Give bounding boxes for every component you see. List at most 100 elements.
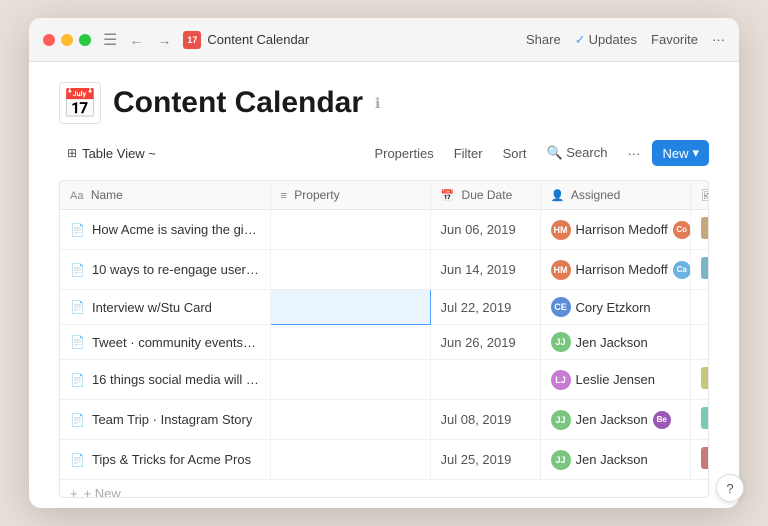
property-cell[interactable] <box>270 400 430 440</box>
table-row[interactable]: 📄How Acme is saving the giant iguana Jun … <box>60 210 709 250</box>
name-cell[interactable]: 📄How Acme is saving the giant iguana <box>60 210 270 250</box>
updates-button[interactable]: ✓ Updates <box>575 32 637 48</box>
new-button[interactable]: New ▾ <box>652 140 709 166</box>
filter-button[interactable]: Filter <box>446 142 491 165</box>
column-header-assigned[interactable]: 👤 Assigned <box>540 181 690 210</box>
menu-icon[interactable]: ☰ <box>103 30 117 50</box>
column-header-property[interactable]: ≡ Property <box>270 181 430 210</box>
name-cell[interactable]: 📄Team Trip · Instagram Story <box>60 400 270 440</box>
property-cell[interactable] <box>270 210 430 250</box>
table-row[interactable]: 📄16 things social media will never be a L… <box>60 360 709 400</box>
asset-cell <box>690 290 709 325</box>
property-cell[interactable] <box>270 360 430 400</box>
table-row[interactable]: 📄 Tweet · community events kickoff Jun 26,… <box>60 325 709 360</box>
assigned-cell: LJ Leslie Jensen <box>540 360 690 400</box>
asset-cell <box>690 440 709 480</box>
assigned-name: Harrison Medoff <box>576 222 668 237</box>
assigned-name: Harrison Medoff <box>576 262 668 277</box>
more-options-button[interactable]: ··· <box>619 142 648 165</box>
assigned-cell: HM Harrison Medoff Co <box>540 210 690 250</box>
avatar: JJ <box>551 450 571 470</box>
share-button[interactable]: Share <box>526 32 561 47</box>
assigned-name: Leslie Jensen <box>576 372 656 387</box>
assigned-cell: JJJen Jackson <box>540 325 690 360</box>
asset-thumbnail <box>701 447 710 469</box>
due-date-cell <box>430 360 540 400</box>
name-cell[interactable]: 📄Interview w/Stu Card <box>60 290 270 325</box>
plus-icon: + <box>70 486 78 498</box>
asset-cell <box>690 250 709 290</box>
avatar: CE <box>551 297 571 317</box>
avatar: HM <box>551 220 571 240</box>
column-header-asset[interactable]: 🖼 Asse... <box>690 181 709 210</box>
assigned-name: Jen Jackson <box>576 412 648 427</box>
name-cell[interactable]: 📄16 things social media will never be a <box>60 360 270 400</box>
page-header: 📅 Content Calendar ℹ <box>59 82 709 124</box>
due-date-cell: Jul 25, 2019 <box>430 440 540 480</box>
search-button[interactable]: 🔍 Search <box>538 141 615 165</box>
due-date-cell: Jun 06, 2019 <box>430 210 540 250</box>
collaborator-avatar: Co <box>673 221 690 239</box>
column-header-due-date[interactable]: 📅 Due Date <box>430 181 540 210</box>
name-cell[interactable]: 📄Tips & Tricks for Acme Pros <box>60 440 270 480</box>
titlebar: ☰ ← → 17 Content Calendar Share ✓ Update… <box>29 18 739 62</box>
table-row[interactable]: 📄 10 ways to re-engage users with drip Jun… <box>60 250 709 290</box>
info-icon[interactable]: ℹ <box>375 95 380 112</box>
row-name: 16 things social media will never be a <box>92 372 260 387</box>
table-view-button[interactable]: ⊞ Table View ~ <box>59 142 164 165</box>
property-column-icon: ≡ <box>281 190 287 202</box>
property-cell[interactable] <box>270 440 430 480</box>
asset-cell <box>690 400 709 440</box>
property-cell[interactable] <box>270 290 430 325</box>
table-row[interactable]: 📄Tips & Tricks for Acme Pros Jul 25, 2019… <box>60 440 709 480</box>
property-cell[interactable] <box>270 250 430 290</box>
page-icon-small: 17 <box>183 31 201 49</box>
column-header-name[interactable]: Aa Name <box>60 181 270 210</box>
maximize-button[interactable] <box>79 34 91 46</box>
collaborator-avatar: Ca <box>673 261 690 279</box>
minimize-button[interactable] <box>61 34 73 46</box>
due-date-cell: Jun 26, 2019 <box>430 325 540 360</box>
row-name: How Acme is saving the giant iguana <box>92 222 260 237</box>
asset-thumbnail <box>701 407 710 429</box>
help-button[interactable]: ? <box>716 474 744 502</box>
close-button[interactable] <box>43 34 55 46</box>
table-row[interactable]: 📄Interview w/Stu Card Jul 22, 2019 CE Cory … <box>60 290 709 325</box>
assigned-column-icon: 👤 <box>551 190 565 202</box>
avatar: JJ <box>551 332 571 352</box>
toolbar: ⊞ Table View ~ Properties Filter Sort 🔍 … <box>59 140 709 172</box>
row-name: Tips & Tricks for Acme Pros <box>92 452 251 467</box>
add-row-button[interactable]: + + New <box>60 480 708 498</box>
nav-buttons: ← → <box>125 30 175 50</box>
favorite-button[interactable]: Favorite <box>651 32 698 47</box>
row-name: Tweet · community events kickoff <box>92 335 260 350</box>
property-cell[interactable] <box>270 325 430 360</box>
row-name: 10 ways to re-engage users with drip <box>92 262 260 277</box>
properties-button[interactable]: Properties <box>366 142 441 165</box>
table-row[interactable]: 📄Team Trip · Instagram Story Jul 08, 2019… <box>60 400 709 440</box>
name-cell[interactable]: 📄 10 ways to re-engage users with drip <box>60 250 270 290</box>
table-header-row: Aa Name ≡ Property 📅 Due Date 👤 <box>60 181 709 210</box>
due-date-cell: Jun 14, 2019 <box>430 250 540 290</box>
assigned-name: Cory Etzkorn <box>576 300 651 315</box>
assigned-cell: JJJen JacksonBe <box>540 400 690 440</box>
avatar: JJ <box>551 410 571 430</box>
forward-button[interactable]: → <box>153 30 175 50</box>
row-name: Interview w/Stu Card <box>92 300 212 315</box>
collab-avatars: Ca <box>673 261 690 279</box>
property-column-label: Property <box>294 188 339 202</box>
avatar: LJ <box>551 370 571 390</box>
back-button[interactable]: ← <box>125 30 147 50</box>
asset-column-icon: 🖼 <box>701 190 710 202</box>
due-date-cell: Jul 22, 2019 <box>430 290 540 325</box>
assigned-cell: HMHarrison MedoffCa <box>540 250 690 290</box>
asset-thumbnail <box>701 217 710 239</box>
due-date-cell: Jul 08, 2019 <box>430 400 540 440</box>
dropdown-arrow-icon: ▾ <box>692 145 699 161</box>
sort-button[interactable]: Sort <box>495 142 535 165</box>
name-cell[interactable]: 📄 Tweet · community events kickoff <box>60 325 270 360</box>
assigned-column-label: Assigned <box>571 188 620 202</box>
doc-icon: 📄 <box>70 263 85 277</box>
doc-icon: 📄 <box>70 335 85 349</box>
more-button[interactable]: ··· <box>712 32 725 47</box>
